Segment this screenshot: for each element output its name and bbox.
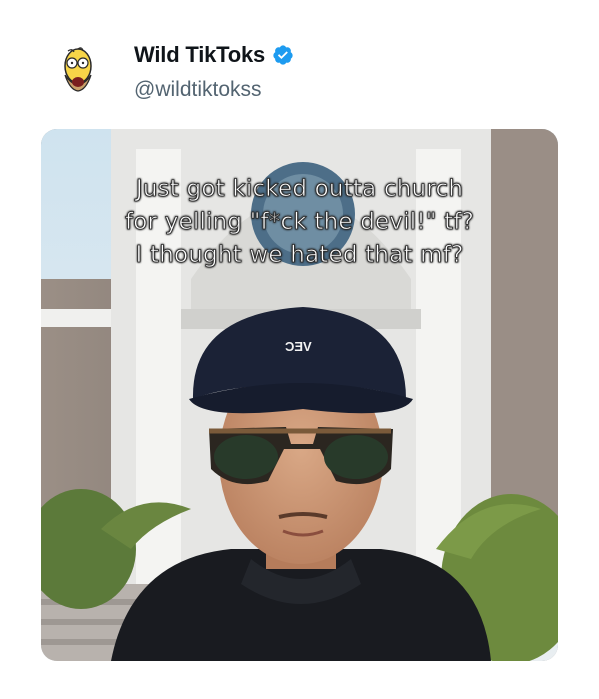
homer-simpson-avatar-icon[interactable]: [56, 46, 100, 98]
author-handle[interactable]: @wildtiktokss: [134, 78, 262, 102]
meme-caption: Just got kicked outta church for yelling…: [41, 173, 558, 272]
tweet-header: Wild TikToks @wildtiktokss: [56, 38, 556, 108]
verified-badge-icon: [273, 45, 293, 65]
author-row: Wild TikToks: [134, 42, 294, 68]
caption-line: for yelling "f*ck the devil!" tf?: [124, 209, 475, 236]
caption-line: I thought we hated that mf?: [135, 242, 464, 269]
cap-logo: ƆƎV: [285, 339, 312, 354]
post-media-image[interactable]: ƆƎV Just got kicked outta church for yel…: [41, 129, 558, 661]
caption-line: Just got kicked outta church: [135, 176, 464, 203]
author-name[interactable]: Wild TikToks: [134, 42, 265, 68]
